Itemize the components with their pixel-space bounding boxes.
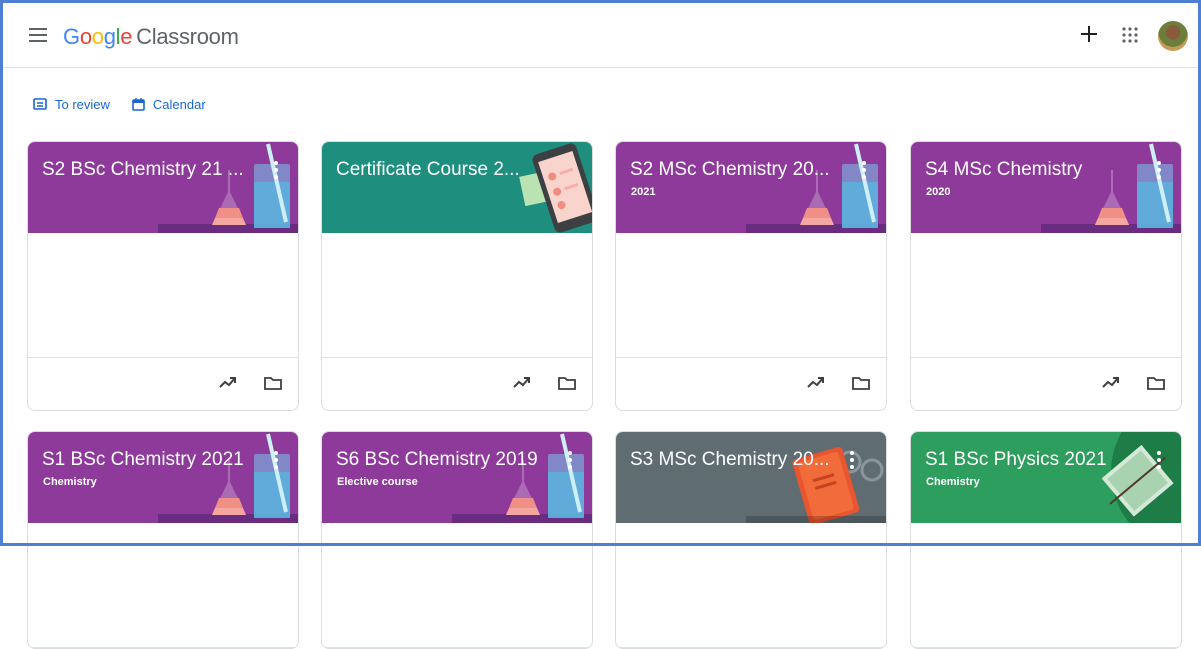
- class-title-link[interactable]: S2 MSc Chemistry 20...: [630, 159, 835, 181]
- card-illustration: [158, 432, 298, 523]
- card-illustration: [1041, 432, 1181, 523]
- trending-up-icon[interactable]: [806, 374, 826, 390]
- more-vert-icon[interactable]: [266, 158, 286, 182]
- to-review-link[interactable]: To review: [33, 97, 110, 112]
- card-illustration: [746, 432, 886, 523]
- card-footer: [616, 358, 886, 410]
- more-vert-icon[interactable]: [560, 448, 580, 472]
- class-card: S6 BSc Chemistry 2019 Elective course: [321, 431, 593, 649]
- to-review-label: To review: [55, 96, 110, 112]
- card-body: [322, 523, 592, 648]
- card-illustration: [1041, 142, 1181, 233]
- folder-icon[interactable]: [852, 376, 870, 390]
- card-header: S1 BSc Chemistry 2021 Chemistry: [28, 432, 298, 523]
- card-body: [616, 523, 886, 648]
- card-body: [911, 233, 1181, 358]
- card-header: S2 MSc Chemistry 20... 2021: [616, 142, 886, 233]
- class-subtitle: Elective course: [337, 476, 418, 488]
- folder-icon[interactable]: [264, 376, 282, 390]
- trending-up-icon[interactable]: [218, 374, 238, 390]
- card-footer: [911, 358, 1181, 410]
- avatar[interactable]: [1158, 21, 1188, 51]
- class-title-link[interactable]: S1 BSc Chemistry 2021: [42, 449, 247, 471]
- more-vert-icon[interactable]: [854, 158, 874, 182]
- google-classroom-logo[interactable]: Google Classroom: [63, 24, 239, 50]
- sub-navigation: To review Calendar: [33, 94, 228, 114]
- more-vert-icon[interactable]: [266, 448, 286, 472]
- card-illustration: [452, 142, 592, 233]
- class-subtitle: 2020: [926, 186, 951, 198]
- card-header: S4 MSc Chemistry 2020: [911, 142, 1181, 233]
- class-card: S2 BSc Chemistry 21 ...: [27, 141, 299, 411]
- card-header: S1 BSc Physics 2021 Chemistry: [911, 432, 1181, 523]
- card-illustration: [158, 142, 298, 233]
- class-card: S4 MSc Chemistry 2020: [910, 141, 1182, 411]
- class-card: S3 MSc Chemistry 20...: [615, 431, 887, 649]
- class-title-link[interactable]: S6 BSc Chemistry 2019: [336, 449, 541, 471]
- more-vert-icon[interactable]: [1149, 158, 1169, 182]
- calendar-link[interactable]: Calendar: [132, 97, 206, 112]
- class-title-link[interactable]: S3 MSc Chemistry 20...: [630, 449, 835, 471]
- class-card: S2 MSc Chemistry 20... 2021: [615, 141, 887, 411]
- assignment-icon: [33, 98, 47, 110]
- class-title-link[interactable]: S2 BSc Chemistry 21 ...: [42, 159, 247, 181]
- class-subtitle: Chemistry: [43, 476, 97, 488]
- product-name: Classroom: [136, 24, 239, 49]
- card-header: Certificate Course 2...: [322, 142, 592, 233]
- card-illustration: [452, 432, 592, 523]
- trending-up-icon[interactable]: [1101, 374, 1121, 390]
- class-title-link[interactable]: S1 BSc Physics 2021: [925, 449, 1130, 471]
- calendar-icon: [132, 97, 145, 111]
- card-header: S6 BSc Chemistry 2019 Elective course: [322, 432, 592, 523]
- folder-icon[interactable]: [1147, 376, 1165, 390]
- card-header: S3 MSc Chemistry 20...: [616, 432, 886, 523]
- card-illustration: [746, 142, 886, 233]
- class-subtitle: 2021: [631, 186, 656, 198]
- top-app-bar: Google Classroom: [3, 3, 1198, 68]
- card-body: [616, 233, 886, 358]
- more-vert-icon[interactable]: [1149, 448, 1169, 472]
- class-subtitle: Chemistry: [926, 476, 980, 488]
- class-card: S1 BSc Physics 2021 Chemistry: [910, 431, 1182, 649]
- card-footer: [322, 358, 592, 410]
- class-card: Certificate Course 2...: [321, 141, 593, 411]
- card-header: S2 BSc Chemistry 21 ...: [28, 142, 298, 233]
- class-title-link[interactable]: Certificate Course 2...: [336, 159, 541, 181]
- menu-icon[interactable]: [29, 28, 47, 42]
- trending-up-icon[interactable]: [512, 374, 532, 390]
- class-card: S1 BSc Chemistry 2021 Chemistry: [27, 431, 299, 649]
- card-body: [322, 233, 592, 358]
- card-body: [28, 523, 298, 648]
- folder-icon[interactable]: [558, 376, 576, 390]
- more-vert-icon[interactable]: [842, 448, 862, 472]
- plus-icon[interactable]: [1077, 22, 1101, 46]
- card-body: [28, 233, 298, 358]
- card-body: [911, 523, 1181, 648]
- card-footer: [28, 358, 298, 410]
- class-title-link[interactable]: S4 MSc Chemistry: [925, 159, 1130, 181]
- apps-grid-icon[interactable]: [1121, 26, 1139, 44]
- calendar-label: Calendar: [152, 96, 206, 112]
